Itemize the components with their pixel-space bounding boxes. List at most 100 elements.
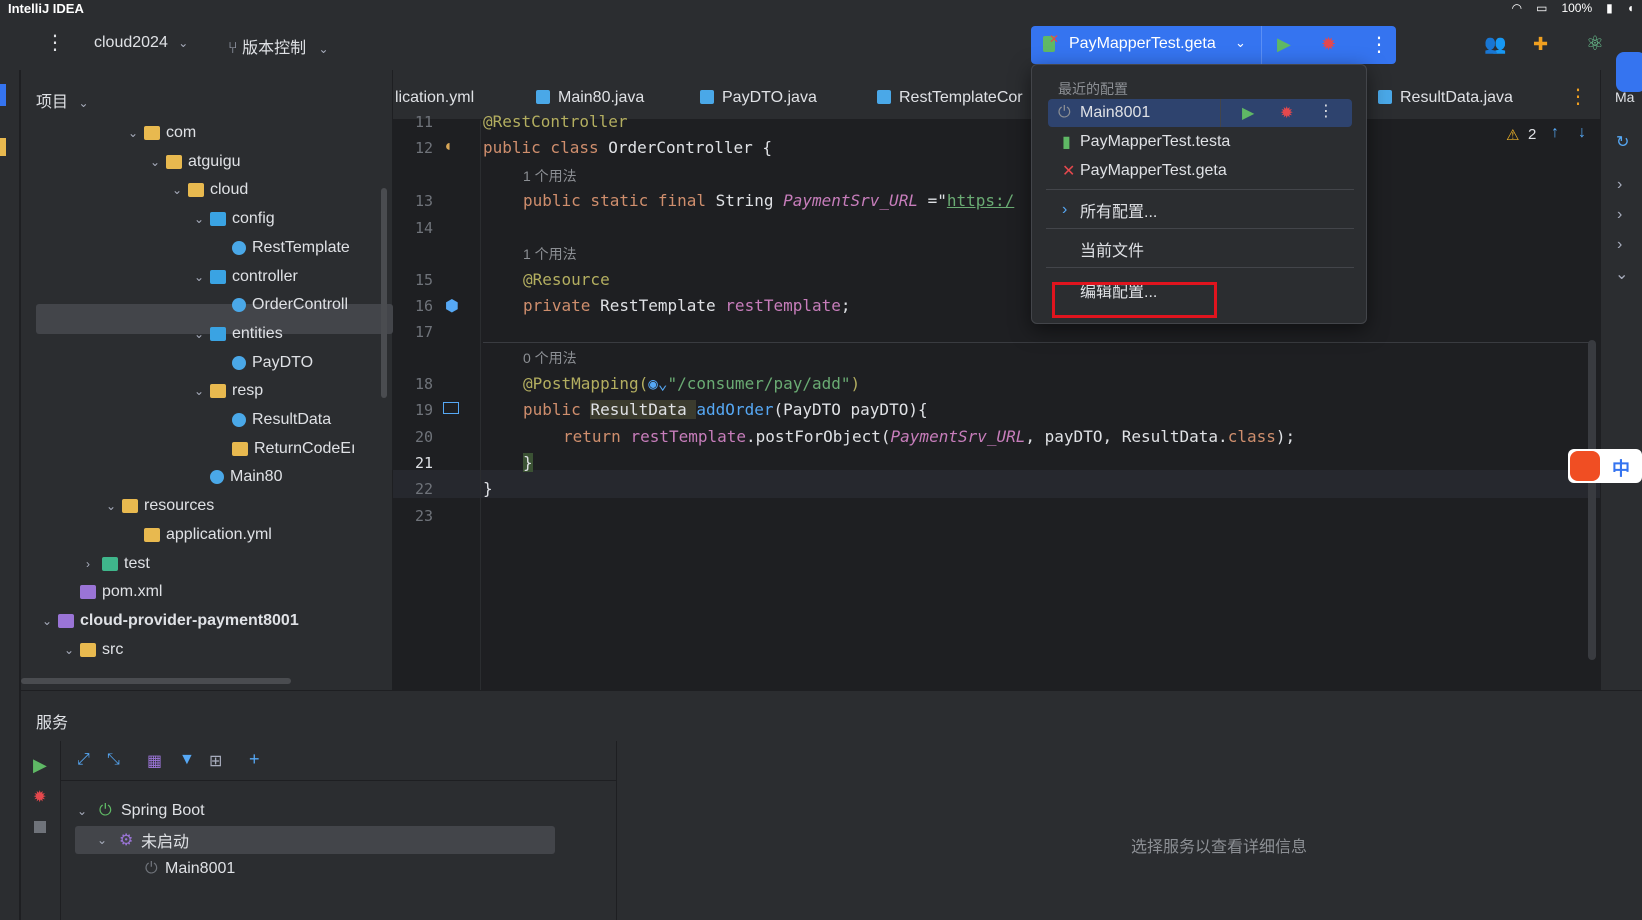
- config-item-testa[interactable]: ▮ PayMapperTest.testa: [1048, 128, 1352, 156]
- chevron-down-icon[interactable]: ⌄: [150, 155, 166, 169]
- code-editor[interactable]: 11 12 13 14 15 16 17 18 19 20 21 22 23 ◖ ⬢ ⚠ 2 ↑ ↓ @Re…: [393, 112, 1600, 690]
- line-number[interactable]: 20: [393, 428, 433, 446]
- chevron-down-icon[interactable]: ⌄: [194, 270, 210, 284]
- usage-hint[interactable]: 0 个用法: [523, 348, 577, 368]
- more-actions-icon[interactable]: ⋮: [1369, 32, 1389, 57]
- current-file-item[interactable]: 当前文件: [1048, 235, 1352, 263]
- debug-button[interactable]: ✹: [1280, 103, 1293, 123]
- debug-button[interactable]: ✹: [33, 787, 46, 807]
- structure-tool-icon[interactable]: [0, 138, 6, 156]
- tree-item[interactable]: ⌄ src: [64, 635, 123, 665]
- build-tools-icon[interactable]: ✚: [1533, 34, 1548, 55]
- service-item-main8001[interactable]: ⏻ Main8001: [145, 855, 235, 883]
- main-menu-icon[interactable]: ⋮: [45, 30, 65, 55]
- warning-icon[interactable]: ⚠: [1506, 126, 1519, 144]
- project-switcher[interactable]: cloud2024 ⌄: [94, 34, 188, 52]
- all-configs-item[interactable]: › 所有配置...: [1048, 196, 1352, 224]
- tree-item[interactable]: ⌄ cloud: [172, 175, 248, 205]
- chevron-right-icon[interactable]: ›: [1617, 176, 1622, 194]
- tree-item[interactable]: ⌄ entities: [194, 319, 283, 349]
- group-icon[interactable]: ▦: [147, 751, 162, 771]
- line-number[interactable]: 14: [393, 219, 433, 237]
- chevron-right-icon[interactable]: ›: [86, 557, 102, 571]
- chevron-down-icon[interactable]: ⌄: [194, 384, 210, 398]
- tab-resultdata[interactable]: ResultData.java: [1378, 89, 1513, 107]
- tree-item[interactable]: RestTemplate: [216, 233, 350, 263]
- tree-item[interactable]: ⌄ controller: [194, 262, 298, 292]
- project-tool-icon[interactable]: [0, 84, 6, 106]
- tree-item[interactable]: ResultData: [216, 405, 331, 435]
- tab-application-yml[interactable]: lication.yml: [395, 89, 474, 107]
- config-item-main8001[interactable]: ⏻ Main8001 ▶ ✹ ⋮: [1048, 99, 1352, 127]
- tree-item[interactable]: Main80: [194, 462, 282, 492]
- horizontal-scrollbar[interactable]: [21, 678, 291, 684]
- tree-item[interactable]: OrderControll: [216, 290, 348, 320]
- editor-scrollbar[interactable]: [1588, 340, 1596, 660]
- api-endpoint-icon[interactable]: [443, 402, 459, 414]
- project-panel-header[interactable]: 项目 ⌄: [36, 88, 89, 112]
- autowired-icon[interactable]: ⬢: [445, 296, 459, 316]
- line-number[interactable]: 23: [393, 507, 433, 525]
- expand-all-icon[interactable]: ⤢: [77, 751, 90, 769]
- filter-icon[interactable]: ▼: [179, 751, 195, 769]
- vcs-widget[interactable]: ⑂ 版本控制 ⌄: [228, 34, 329, 58]
- new-tab-icon[interactable]: ⊞: [209, 751, 222, 771]
- stop-button[interactable]: [34, 821, 46, 833]
- tree-item[interactable]: › test: [86, 549, 150, 579]
- add-service-icon[interactable]: +: [249, 749, 260, 770]
- tab-main80[interactable]: Main80.java: [536, 89, 644, 107]
- tree-item[interactable]: ⌄ resp: [194, 376, 263, 406]
- tree-item[interactable]: application.yml: [128, 520, 272, 550]
- chevron-down-icon[interactable]: ⌄: [1615, 264, 1628, 284]
- chevron-down-icon[interactable]: ⌄: [194, 212, 210, 226]
- tree-item[interactable]: ReturnCodeEı: [216, 434, 355, 464]
- tree-item[interactable]: ⌄ resources: [106, 491, 214, 521]
- tree-item[interactable]: ⌄ config: [194, 204, 275, 234]
- tree-item[interactable]: ⌄ atguigu: [150, 147, 241, 177]
- users-icon[interactable]: 👥: [1484, 34, 1506, 55]
- run-button[interactable]: ▶: [33, 755, 47, 776]
- line-number[interactable]: 21: [393, 454, 433, 472]
- tree-item[interactable]: ⌄ com: [128, 118, 196, 148]
- line-number[interactable]: 13: [393, 192, 433, 210]
- tree-item[interactable]: PayDTO: [216, 348, 313, 378]
- tab-resttemplateconfig[interactable]: RestTemplateCor: [877, 89, 1023, 107]
- config-item-geta[interactable]: ✕ PayMapperTest.geta: [1048, 157, 1352, 185]
- maven-tool-icon[interactable]: [1616, 52, 1642, 92]
- run-button[interactable]: ▶: [1277, 34, 1291, 55]
- tab-paydto[interactable]: PayDTO.java: [700, 89, 817, 107]
- line-number[interactable]: 17: [393, 323, 433, 341]
- line-number[interactable]: 18: [393, 375, 433, 393]
- chevron-down-icon[interactable]: ⌄: [42, 614, 58, 628]
- chevron-down-icon[interactable]: ⌄: [64, 643, 80, 657]
- tabs-more-icon[interactable]: ⋮: [1568, 84, 1588, 109]
- prev-highlight-icon[interactable]: ↑: [1551, 124, 1559, 142]
- atom-plugin-icon[interactable]: ⚛: [1586, 31, 1604, 56]
- line-number[interactable]: 16: [393, 297, 433, 315]
- service-group-spring-boot[interactable]: ⌄ ⏻ Spring Boot: [77, 797, 205, 825]
- more-actions-icon[interactable]: ⋮: [1318, 101, 1334, 121]
- chevron-right-icon[interactable]: ›: [1617, 236, 1622, 254]
- line-number[interactable]: 15: [393, 271, 433, 289]
- collapse-all-icon[interactable]: ⤡: [107, 751, 120, 769]
- run-button[interactable]: ▶: [1242, 103, 1254, 123]
- chevron-down-icon[interactable]: ⌄: [128, 126, 144, 140]
- chevron-down-icon[interactable]: ⌄: [172, 183, 188, 197]
- line-number[interactable]: 12: [393, 139, 433, 157]
- line-number[interactable]: 19: [393, 401, 433, 419]
- tab-maven[interactable]: Ma: [1615, 89, 1634, 105]
- run-configuration-widget[interactable]: ✕ PayMapperTest.geta ⌄ ▶ ✹ ⋮: [1031, 26, 1396, 64]
- debug-button[interactable]: ✹: [1321, 34, 1336, 55]
- service-group-not-started[interactable]: ⌄ ⚙ 未启动: [75, 826, 555, 854]
- vertical-scrollbar[interactable]: [381, 188, 387, 398]
- line-number[interactable]: 22: [393, 480, 433, 498]
- spring-bean-icon[interactable]: ◖: [443, 138, 453, 156]
- chevron-down-icon[interactable]: ⌄: [194, 327, 210, 341]
- next-highlight-icon[interactable]: ↓: [1578, 124, 1586, 142]
- usage-hint[interactable]: 1 个用法: [523, 166, 577, 186]
- chevron-right-icon[interactable]: ›: [1617, 206, 1622, 224]
- usage-hint[interactable]: 1 个用法: [523, 244, 577, 264]
- tree-item[interactable]: ⌄ cloud-provider-payment8001: [42, 606, 299, 636]
- sync-icon[interactable]: ↻: [1616, 132, 1629, 152]
- tree-item[interactable]: pom.xml: [64, 577, 162, 607]
